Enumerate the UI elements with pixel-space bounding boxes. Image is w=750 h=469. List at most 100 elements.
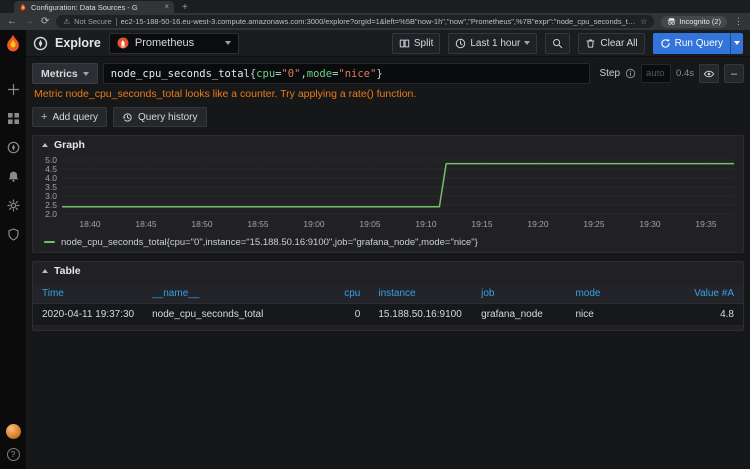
page-title: Explore <box>55 36 101 50</box>
not-secure-label: Not Secure <box>74 17 112 26</box>
x-axis-tick-label: 18:55 <box>247 219 269 229</box>
incognito-badge: Incognito (2) <box>661 16 727 28</box>
y-axis-tick-label: 3.0 <box>45 191 57 201</box>
collapse-icon <box>42 269 48 273</box>
new-tab-button[interactable]: + <box>182 3 188 13</box>
grafana-favicon <box>19 3 27 11</box>
x-axis-tick-label: 19:20 <box>527 219 549 229</box>
grafana-logo[interactable] <box>3 33 23 53</box>
legend-series-label[interactable]: node_cpu_seconds_total{cpu="0",instance=… <box>61 237 478 248</box>
counter-hint[interactable]: Metric node_cpu_seconds_total looks like… <box>34 88 744 100</box>
query-token: node_cpu_seconds_total <box>111 68 250 80</box>
query-token: "0" <box>281 68 300 80</box>
configuration-gear-icon[interactable] <box>7 199 20 212</box>
table-header-cell[interactable]: Value #A <box>660 284 743 304</box>
explore-navbar: Explore Prometheus Split <box>26 30 750 57</box>
table-header-cell[interactable]: mode <box>566 284 660 304</box>
table-header-row: Time__name__cpuinstancejobmodeValue #A <box>33 284 743 304</box>
close-tab-icon[interactable]: × <box>164 3 169 11</box>
server-admin-shield-icon[interactable] <box>7 228 20 241</box>
legend-series-marker <box>44 241 55 244</box>
create-icon[interactable] <box>7 83 20 96</box>
plus-icon: + <box>41 112 47 123</box>
browser-menu-icon[interactable]: ⋮ <box>734 16 743 27</box>
chevron-down-icon <box>524 41 530 45</box>
disable-query-button[interactable] <box>699 64 719 83</box>
graph-canvas[interactable]: 2.02.53.03.54.04.55.018:4018:4518:5018:5… <box>38 154 738 234</box>
table-header-cell[interactable]: Time <box>33 284 143 304</box>
query-history-button[interactable]: Query history <box>113 107 206 127</box>
forward-icon[interactable]: → <box>24 17 34 27</box>
grid-lines <box>62 160 734 214</box>
chevron-down-icon <box>83 72 89 76</box>
graph-panel-title: Graph <box>54 139 85 151</box>
chevron-down-icon <box>225 41 231 45</box>
table-rows: 2020-04-11 19:37:30node_cpu_seconds_tota… <box>33 304 743 326</box>
explore-compass-icon[interactable] <box>7 141 20 154</box>
datasource-picker[interactable]: Prometheus <box>109 33 239 54</box>
query-expression-input[interactable]: node_cpu_seconds_total{cpu="0",mode="nic… <box>103 63 591 84</box>
x-axis-tick-label: 18:40 <box>79 219 101 229</box>
browser-chrome: Configuration: Data Sources - G × + ← → … <box>0 0 750 30</box>
table-header-cell[interactable]: cpu <box>335 284 369 304</box>
x-axis-tick-label: 19:30 <box>639 219 661 229</box>
table-cell: 15.188.50.16:9100 <box>369 304 472 326</box>
clock-icon <box>455 38 466 49</box>
graph-body: 2.02.53.03.54.04.55.018:4018:4518:5018:5… <box>33 154 743 252</box>
x-axis-tick-label: 19:10 <box>415 219 437 229</box>
reload-icon[interactable]: ⟳ <box>41 17 49 27</box>
metrics-dropdown-button[interactable]: Metrics <box>32 63 98 84</box>
table-panel-header[interactable]: Table <box>33 262 743 280</box>
alerting-bell-icon[interactable] <box>7 170 20 183</box>
explore-content: Metrics node_cpu_seconds_total{cpu="0",m… <box>26 57 750 469</box>
table-cell: 2020-04-11 19:37:30 <box>33 304 143 326</box>
x-axis-tick-label: 19:25 <box>583 219 605 229</box>
query-token: cpu <box>256 68 275 80</box>
table-cell: 0 <box>335 304 369 326</box>
bookmark-star-icon[interactable]: ☆ <box>640 17 647 26</box>
url-text[interactable]: ec2-15-188-50-16.eu-west-3.compute.amazo… <box>121 17 636 26</box>
explore-compass-header-icon <box>33 36 48 51</box>
info-icon[interactable] <box>625 68 636 79</box>
split-button[interactable]: Split <box>392 33 440 54</box>
help-icon[interactable]: ? <box>7 448 20 461</box>
not-secure-warning-icon[interactable]: ⚠ <box>63 17 70 26</box>
table-head: Time__name__cpuinstancejobmodeValue #A <box>33 284 743 304</box>
tab-title: Configuration: Data Sources - G <box>31 3 160 12</box>
app: ? Explore Prometheus <box>0 30 750 469</box>
step-label: Step <box>599 68 620 79</box>
address-bar[interactable]: ⚠ Not Secure ec2-15-188-50-16.eu-west-3.… <box>56 15 654 28</box>
table-header-cell[interactable]: __name__ <box>143 284 335 304</box>
clear-all-button[interactable]: Clear All <box>578 33 644 54</box>
table-header-cell[interactable]: job <box>472 284 566 304</box>
table-header-cell[interactable]: instance <box>369 284 472 304</box>
step-input[interactable] <box>641 64 671 83</box>
y-axis-tick-label: 3.5 <box>45 182 57 192</box>
omnibox-divider <box>116 18 117 26</box>
graph-panel-header[interactable]: Graph <box>33 136 743 154</box>
run-query-button[interactable]: Run Query <box>653 33 730 54</box>
time-range-picker[interactable]: Last 1 hour <box>448 33 537 54</box>
remove-query-button[interactable]: – <box>724 64 744 83</box>
zoom-out-button[interactable] <box>545 33 570 54</box>
back-icon[interactable]: ← <box>7 17 17 27</box>
query-exec-time: 0.4s <box>676 68 694 79</box>
run-query-split-button: Run Query <box>653 33 743 54</box>
query-token: mode <box>307 68 332 80</box>
main-area: Explore Prometheus Split <box>26 30 750 469</box>
browser-tabstrip: Configuration: Data Sources - G × + <box>0 0 750 13</box>
query-actions: + Add query Query history <box>32 107 744 127</box>
results-table: Time__name__cpuinstancejobmodeValue #A 2… <box>33 284 743 326</box>
table-cell: grafana_node <box>472 304 566 326</box>
add-query-button[interactable]: + Add query <box>32 107 107 127</box>
graph-panel: Graph 2.02.53.03.54.04.55.018:4018:4518:… <box>32 135 744 253</box>
user-avatar[interactable] <box>6 424 21 439</box>
run-query-caret[interactable] <box>730 33 743 54</box>
table-panel: Table Time__name__cpuinstancejobmodeValu… <box>32 261 744 331</box>
incognito-icon <box>667 17 676 26</box>
x-axis-tick-label: 18:50 <box>191 219 213 229</box>
browser-tab[interactable]: Configuration: Data Sources - G × <box>14 1 174 13</box>
query-row: Metrics node_cpu_seconds_total{cpu="0",m… <box>32 62 744 85</box>
metrics-label: Metrics <box>41 68 78 80</box>
dashboards-icon[interactable] <box>7 112 20 125</box>
